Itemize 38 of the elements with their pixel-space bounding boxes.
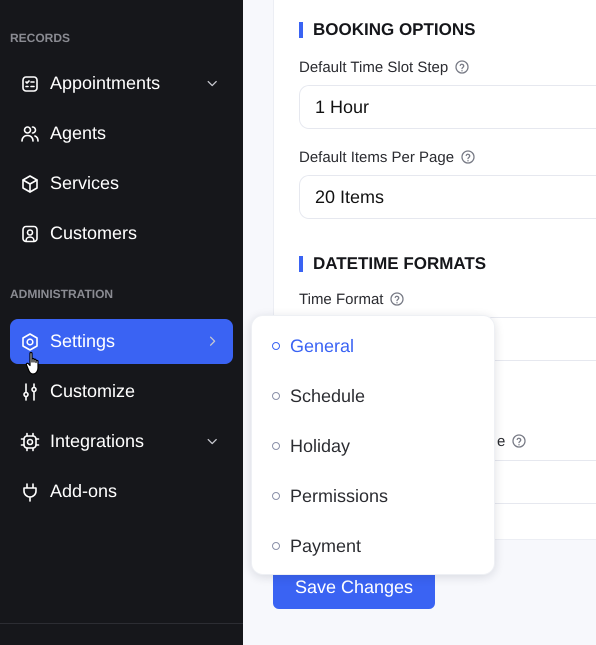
help-icon (460, 149, 476, 165)
select-field[interactable]: 20 Items (299, 175, 596, 219)
nav-item[interactable]: Settings (10, 319, 233, 364)
nav-item[interactable]: Integrations (10, 419, 233, 464)
contact-card-icon (20, 224, 40, 244)
bullet-icon (272, 342, 280, 350)
section-title: BOOKING OPTIONS (313, 19, 476, 41)
field-label: e (497, 432, 506, 450)
field-label: Default Time Slot Step (299, 58, 448, 76)
submenu-item[interactable]: Schedule (252, 371, 494, 421)
nav-item[interactable]: Add-ons (10, 469, 233, 514)
bullet-icon (272, 392, 280, 400)
help-icon (389, 291, 406, 307)
bullet-icon (272, 492, 280, 500)
section-title: DATETIME FORMATS (313, 253, 486, 275)
submenu-item[interactable]: Permissions (252, 471, 494, 521)
checklist-icon (20, 74, 40, 94)
help-icon (511, 433, 528, 449)
nav-item[interactable]: Customers (10, 211, 233, 256)
help-icon (454, 59, 470, 75)
nav-item[interactable]: Agents (10, 111, 233, 156)
chip-icon (20, 432, 40, 452)
nav-item[interactable]: Services (10, 161, 233, 206)
field-label: Default Items Per Page (299, 148, 454, 166)
plug-icon (20, 482, 40, 502)
cube-icon (20, 174, 40, 194)
nav-item[interactable]: Appointments (10, 61, 233, 106)
submenu-item[interactable]: General (252, 321, 494, 371)
hexagon-icon (20, 332, 40, 352)
select-field[interactable]: 1 Hour (299, 85, 596, 129)
users-icon (20, 124, 40, 144)
section-heading: RECORDS (10, 31, 72, 45)
field-label: Time Format (299, 290, 384, 308)
nav-item[interactable]: Customize (10, 369, 233, 414)
submenu-item[interactable]: Holiday (252, 421, 494, 471)
bullet-icon (272, 442, 280, 450)
bullet-icon (272, 542, 280, 550)
section-heading: ADMINISTRATION (10, 287, 114, 301)
